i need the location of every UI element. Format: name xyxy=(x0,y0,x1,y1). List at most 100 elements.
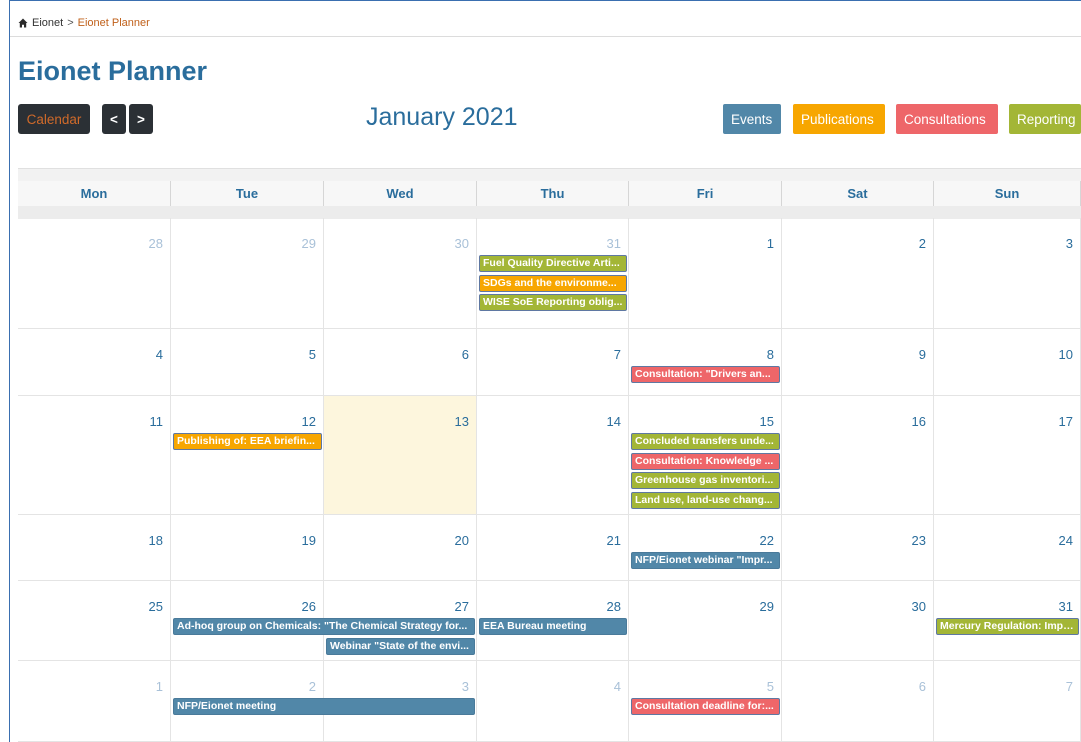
day-number[interactable]: 1 xyxy=(767,236,774,251)
filter-publications-button[interactable]: Publications xyxy=(793,104,885,134)
next-month-button[interactable]: > xyxy=(129,104,153,134)
day-number[interactable]: 30 xyxy=(912,599,926,614)
day-cell[interactable]: 22 xyxy=(629,515,782,581)
day-number[interactable]: 4 xyxy=(156,347,163,362)
filter-events-button[interactable]: Events xyxy=(723,104,781,134)
day-cell[interactable]: 1 xyxy=(18,661,171,742)
day-number[interactable]: 8 xyxy=(767,347,774,362)
day-cell[interactable]: 29 xyxy=(629,581,782,661)
day-cell[interactable]: 19 xyxy=(171,515,324,581)
day-cell[interactable]: 11 xyxy=(18,396,171,515)
day-number[interactable]: 24 xyxy=(1059,533,1073,548)
day-number[interactable]: 28 xyxy=(607,599,621,614)
calendar-event-consultation[interactable]: Consultation deadline for:... xyxy=(631,698,780,715)
day-number[interactable]: 26 xyxy=(302,599,316,614)
calendar-event-consultation[interactable]: Consultation: Knowledge ... xyxy=(631,452,780,470)
day-number[interactable]: 15 xyxy=(760,414,774,429)
day-cell[interactable]: 7 xyxy=(934,661,1081,742)
day-number[interactable]: 12 xyxy=(302,414,316,429)
day-number[interactable]: 3 xyxy=(1066,236,1073,251)
day-number[interactable]: 29 xyxy=(302,236,316,251)
calendar-event-reporting[interactable]: Concluded transfers unde... xyxy=(631,433,780,450)
day-number[interactable]: 27 xyxy=(455,599,469,614)
filter-consultations-button[interactable]: Consultations xyxy=(896,104,998,134)
day-cell[interactable]: 12 xyxy=(171,396,324,515)
calendar-event-reporting[interactable]: Fuel Quality Directive Arti... xyxy=(479,255,627,272)
filter-reporting-button[interactable]: Reporting xyxy=(1009,104,1081,134)
calendar-event-reporting[interactable]: Greenhouse gas inventori... xyxy=(631,472,780,489)
day-cell[interactable]: 14 xyxy=(477,396,629,515)
day-number[interactable]: 6 xyxy=(462,347,469,362)
day-cell[interactable]: 28 xyxy=(18,218,171,329)
calendar-event-event[interactable]: Webinar "State of the envi... xyxy=(326,637,475,655)
day-number[interactable]: 17 xyxy=(1059,414,1073,429)
calendar-view-button[interactable]: Calendar xyxy=(18,104,90,134)
day-cell[interactable]: 18 xyxy=(18,515,171,581)
day-cell[interactable]: 2 xyxy=(782,218,934,329)
day-number[interactable]: 6 xyxy=(919,679,926,694)
day-cell[interactable]: 5 xyxy=(171,329,324,396)
day-number[interactable]: 28 xyxy=(149,236,163,251)
day-cell[interactable]: 13 xyxy=(324,396,477,515)
day-cell[interactable]: 17 xyxy=(934,396,1081,515)
day-number[interactable]: 25 xyxy=(149,599,163,614)
calendar-event-event[interactable]: EEA Bureau meeting xyxy=(479,618,627,635)
day-cell[interactable]: 6 xyxy=(782,661,934,742)
day-number[interactable]: 18 xyxy=(149,533,163,548)
previous-month-button[interactable]: < xyxy=(102,104,126,134)
calendar-event-publication[interactable]: SDGs and the environme... xyxy=(479,274,627,292)
day-cell[interactable]: 16 xyxy=(782,396,934,515)
day-number[interactable]: 31 xyxy=(1059,599,1073,614)
day-cell[interactable]: 21 xyxy=(477,515,629,581)
breadcrumb-current[interactable]: Eionet Planner xyxy=(78,17,150,29)
day-cell[interactable]: 7 xyxy=(477,329,629,396)
day-number[interactable]: 2 xyxy=(309,679,316,694)
calendar-event-event[interactable]: NFP/Eionet webinar "Impr... xyxy=(631,552,780,569)
day-number[interactable]: 3 xyxy=(462,679,469,694)
day-cell[interactable]: 25 xyxy=(18,581,171,661)
day-number[interactable]: 7 xyxy=(614,347,621,362)
day-number[interactable]: 31 xyxy=(607,236,621,251)
day-number[interactable]: 5 xyxy=(767,679,774,694)
day-number[interactable]: 22 xyxy=(760,533,774,548)
day-number[interactable]: 2 xyxy=(919,236,926,251)
breadcrumb-home-link[interactable]: Eionet xyxy=(32,17,63,29)
day-cell[interactable]: 31 xyxy=(477,218,629,329)
day-number[interactable]: 5 xyxy=(309,347,316,362)
day-cell[interactable]: 4 xyxy=(477,661,629,742)
day-number[interactable]: 13 xyxy=(455,414,469,429)
day-number[interactable]: 21 xyxy=(607,533,621,548)
day-number[interactable]: 29 xyxy=(760,599,774,614)
day-number[interactable]: 4 xyxy=(614,679,621,694)
calendar-event-event[interactable]: NFP/Eionet meeting xyxy=(173,698,475,715)
day-number[interactable]: 14 xyxy=(607,414,621,429)
home-icon[interactable] xyxy=(18,18,28,28)
day-number[interactable]: 30 xyxy=(455,236,469,251)
calendar-event-event[interactable]: Ad-hoq group on Chemicals: "The Chemical… xyxy=(173,618,475,635)
calendar-event-publication[interactable]: Publishing of: EEA briefin... xyxy=(173,433,322,450)
day-number[interactable]: 10 xyxy=(1059,347,1073,362)
day-cell[interactable]: 24 xyxy=(934,515,1081,581)
day-number[interactable]: 16 xyxy=(912,414,926,429)
day-cell[interactable]: 23 xyxy=(782,515,934,581)
day-cell[interactable]: 4 xyxy=(18,329,171,396)
day-cell[interactable]: 20 xyxy=(324,515,477,581)
day-cell[interactable]: 6 xyxy=(324,329,477,396)
day-number[interactable]: 1 xyxy=(156,679,163,694)
calendar-event-reporting[interactable]: Land use, land-use chang... xyxy=(631,491,780,509)
day-cell[interactable]: 30 xyxy=(324,218,477,329)
day-number[interactable]: 7 xyxy=(1066,679,1073,694)
day-cell[interactable]: 1 xyxy=(629,218,782,329)
day-cell[interactable]: 9 xyxy=(782,329,934,396)
day-cell[interactable]: 29 xyxy=(171,218,324,329)
calendar-event-consultation[interactable]: Consultation: "Drivers an... xyxy=(631,366,780,383)
day-cell[interactable]: 30 xyxy=(782,581,934,661)
calendar-event-reporting[interactable]: WISE SoE Reporting oblig... xyxy=(479,294,627,311)
day-cell[interactable]: 8 xyxy=(629,329,782,396)
day-number[interactable]: 20 xyxy=(455,533,469,548)
day-number[interactable]: 11 xyxy=(150,414,164,429)
day-number[interactable]: 23 xyxy=(912,533,926,548)
day-cell[interactable]: 3 xyxy=(934,218,1081,329)
day-cell[interactable]: 10 xyxy=(934,329,1081,396)
calendar-event-reporting[interactable]: Mercury Regulation: Impo... xyxy=(936,618,1079,635)
